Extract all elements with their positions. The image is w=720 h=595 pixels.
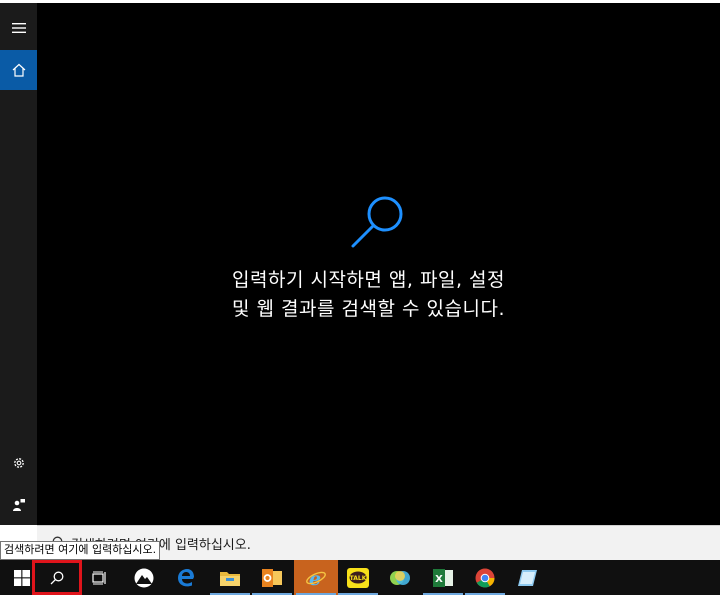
search-button[interactable] [32, 560, 82, 595]
bubbles-icon [390, 570, 410, 585]
outlook-icon [262, 568, 282, 587]
excel-icon: X [433, 568, 453, 587]
large-search-icon [349, 194, 409, 254]
file-explorer[interactable] [208, 560, 252, 595]
home-button[interactable] [0, 50, 37, 90]
search-panel [0, 3, 720, 525]
folder-icon [220, 571, 240, 586]
left-rail [0, 3, 37, 525]
user-feedback-icon [12, 499, 25, 511]
home-icon [12, 63, 25, 77]
messenger-app[interactable] [378, 560, 422, 595]
edge-icon [178, 568, 194, 586]
taskbar: e TALK X [0, 560, 720, 595]
svg-text:X: X [435, 574, 443, 585]
settings-button[interactable] [0, 443, 37, 483]
settings-icon [13, 458, 24, 468]
hamburger-menu-button[interactable] [0, 8, 37, 48]
excel-app[interactable]: X [421, 560, 465, 595]
feedback-button[interactable] [0, 485, 37, 525]
edge-browser[interactable] [164, 560, 208, 595]
chrome-icon [475, 568, 495, 587]
mountain-icon [134, 568, 154, 587]
internet-explorer[interactable]: e [294, 560, 338, 595]
svg-text:TALK: TALK [350, 575, 367, 582]
task-view-button[interactable] [78, 560, 122, 595]
svg-text:e: e [309, 568, 321, 588]
kakaotalk-icon: TALK [347, 567, 369, 588]
chrome-browser[interactable] [463, 560, 507, 595]
outlook-app[interactable] [250, 560, 294, 595]
notes-icon [518, 569, 537, 586]
search-tooltip: 검색하려면 여기에 입력하십시오. [0, 541, 161, 560]
windows-logo-icon [14, 569, 30, 586]
kakaotalk-app[interactable]: TALK [336, 560, 380, 595]
mountain-app[interactable] [122, 560, 166, 595]
notes-app[interactable] [506, 560, 550, 595]
task-view-icon [92, 571, 106, 584]
hamburger-menu-icon [11, 23, 26, 33]
ie-icon: e [306, 568, 326, 588]
search-icon [50, 571, 64, 584]
search-hint-text: 입력하기 시작하면 앱, 파일, 설정 및 웹 결과를 검색할 수 있습니다. [232, 269, 505, 320]
